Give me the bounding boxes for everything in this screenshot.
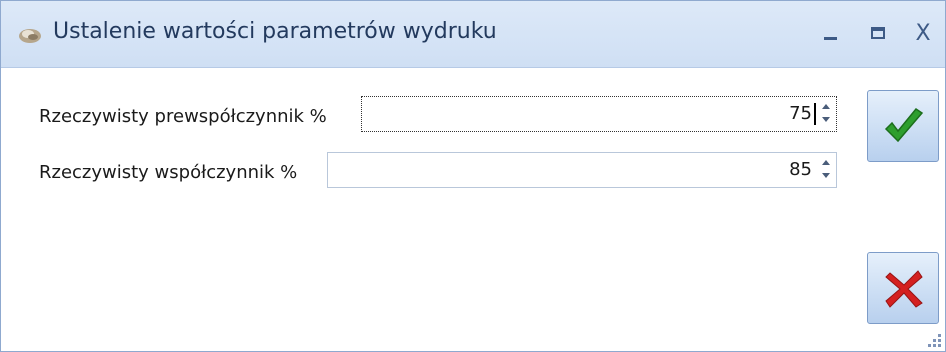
wspolczynnik-spin-arrows[interactable]: [820, 157, 832, 183]
spin-down-icon[interactable]: [822, 173, 830, 178]
spin-down-icon[interactable]: [822, 117, 830, 122]
wspolczynnik-spinner[interactable]: 85: [327, 152, 837, 188]
wspolczynnik-value[interactable]: 85: [789, 159, 812, 180]
spin-up-icon[interactable]: [822, 160, 830, 165]
window-title: Ustalenie wartości parametrów wydruku: [53, 19, 497, 44]
app-box-icon: [17, 25, 43, 45]
minimize-button[interactable]: [813, 19, 847, 49]
close-button[interactable]: X: [906, 19, 940, 49]
prewspolczynnik-label: Rzeczywisty prewspółczynnik %: [39, 106, 327, 127]
dialog-window: Ustalenie wartości parametrów wydruku X …: [0, 0, 946, 352]
form-area: Rzeczywisty prewspółczynnik % 75 Rzeczyw…: [1, 68, 945, 351]
confirm-button[interactable]: [867, 90, 939, 162]
title-bar[interactable]: Ustalenie wartości parametrów wydruku X: [1, 1, 945, 68]
spin-up-icon[interactable]: [822, 104, 830, 109]
maximize-button[interactable]: [861, 19, 895, 49]
prewspolczynnik-spinner[interactable]: 75: [361, 96, 837, 132]
prewspolczynnik-spin-arrows[interactable]: [820, 101, 832, 127]
prewspolczynnik-value[interactable]: 75: [789, 103, 812, 124]
text-caret: [814, 103, 816, 125]
red-x-icon: [885, 270, 923, 308]
cancel-button[interactable]: [867, 252, 939, 324]
resize-grip[interactable]: [927, 333, 941, 347]
wspolczynnik-label: Rzeczywisty współczynnik %: [39, 162, 298, 183]
green-checkmark-icon: [884, 107, 924, 143]
